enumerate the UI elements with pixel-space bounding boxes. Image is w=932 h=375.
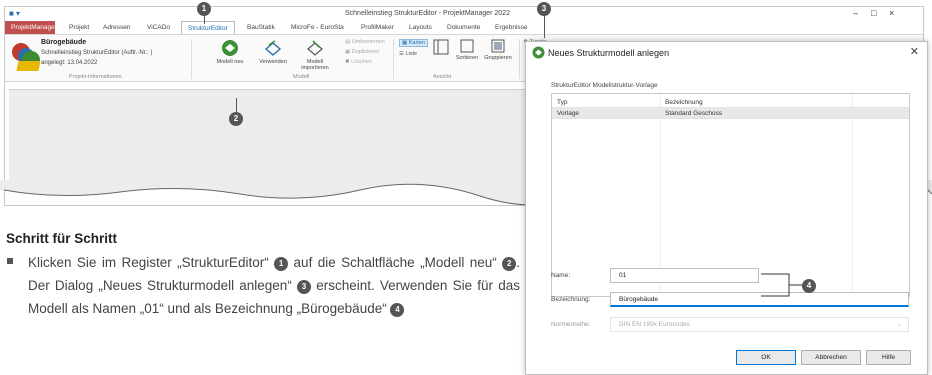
loeschen-button[interactable]: ✖ Löschen [345,59,372,65]
step-title: Schritt für Schritt [6,231,118,246]
table-row-selected[interactable]: Vorlage Standard Geschoss [552,108,909,119]
liste-toggle[interactable]: ☰ Liste [399,51,417,57]
callout-2-leader [236,98,237,112]
sortieren-button[interactable]: Sortieren [453,39,481,61]
bullet-marker [7,258,13,264]
neues-strukturmodell-dialog: Neues Strukturmodell anlegen ✕ StrukturE… [525,41,928,375]
dialog-title: Neues Strukturmodell anlegen [548,48,670,58]
minimize-button[interactable]: – [853,8,858,18]
ok-button[interactable]: OK [736,350,796,365]
group-icon [491,39,505,53]
tab-layouts[interactable]: Layouts [403,21,438,34]
bezeichnung-field[interactable]: Bürogebäude [610,292,909,307]
verwenden-button[interactable]: Verwenden [255,39,291,65]
window-title: Schnelleinstieg StrukturEditor - Projekt… [345,10,510,17]
new-model-icon [222,40,238,56]
inline-callout-2: 2 [502,257,517,271]
table-view-icon[interactable] [433,39,449,55]
ribbon-separator [519,39,520,79]
tab-vicado[interactable]: ViCADo [141,21,176,34]
ribbon-tabs: ProjektManager Projekt Adressen ViCADo S… [5,21,923,34]
bezeichnung-label: Bezeichnung: [551,296,591,303]
sort-icon [460,39,474,53]
karten-toggle[interactable]: ▦ Karten [399,39,428,47]
dialog-close-button[interactable]: ✕ [910,45,919,58]
quick-access-icon[interactable]: ■ ▾ [9,9,20,18]
tab-struktureditor[interactable]: StrukturEditor [181,21,235,34]
tab-projekt[interactable]: Projekt [63,21,95,34]
modell-neu-button[interactable]: Modell neu [213,39,247,65]
tab-projektmanager[interactable]: ProjektManager [5,21,57,34]
maximize-button[interactable]: □ [871,8,876,18]
template-grid[interactable]: Typ Bezeichnung Vorlage Standard Geschos… [551,93,910,297]
inline-callout-4: 4 [390,303,405,317]
tab-profilmaker[interactable]: ProfilMaker [355,21,400,34]
inline-callout-3: 3 [297,280,311,294]
tab-ergebnisse[interactable]: Ergebnisse [489,21,534,34]
dialog-model-icon [532,46,545,59]
project-order: Schnelleinstieg StrukturEditor (Auftr.-N… [41,50,153,56]
group-label-modell: Modell [293,74,310,80]
name-field[interactable]: 01 [610,268,759,283]
title-bar: ■ ▾ Schnelleinstieg StrukturEditor - Pro… [5,7,923,21]
grid-column-divider [660,94,661,296]
gruppieren-button[interactable]: Gruppieren [481,39,515,61]
import-model-icon [307,40,323,56]
help-button[interactable]: Hilfe [866,350,911,365]
group-label-projekt: Projekt-Informationen [69,74,122,80]
use-model-icon [264,40,282,56]
inline-callout-1: 1 [274,257,289,271]
callout-4: 4 [802,279,816,293]
ribbon-separator [393,39,394,79]
name-label: Name: [551,272,571,279]
callout-2: 2 [229,112,243,126]
table-row[interactable]: Typ Bezeichnung [552,97,909,108]
ribbon-separator [191,39,192,79]
template-caption: StrukturEditor Modellstruktur-Vorlage [551,82,658,89]
duplizieren-button[interactable]: ▣ Duplizieren [345,49,379,55]
project-name: Bürogebäude [41,39,87,46]
group-label-ansicht: Ansicht [433,74,452,80]
chevron-down-icon: ⌄ [896,321,902,328]
umbenennen-button[interactable]: ▤ Umbenennen [345,39,385,45]
callout-3-leader [544,16,545,38]
callout-1-leader [204,16,205,24]
tab-microfe[interactable]: MicroFe - EuroSta [285,21,350,34]
close-button[interactable]: × [889,8,894,18]
tab-baustatik[interactable]: BauStatik [241,21,281,34]
callout-3: 3 [537,2,551,16]
normenreihe-select: DIN EN 199x Eurocodes ⌄ [610,317,909,332]
tab-adressen[interactable]: Adressen [97,21,136,34]
grid-column-divider [852,94,853,296]
cancel-button[interactable]: Abbrechen [801,350,861,365]
project-created: angelegt: 13.04.2022 [41,60,98,66]
tab-dokumente[interactable]: Dokumente [441,21,486,34]
normenreihe-label: Normenreihe: [551,321,591,328]
callout-1: 1 [197,2,211,16]
modell-importieren-button[interactable]: Modell importieren [297,39,333,71]
step-text: Klicken Sie im Register „StrukturEditor“… [28,255,520,317]
